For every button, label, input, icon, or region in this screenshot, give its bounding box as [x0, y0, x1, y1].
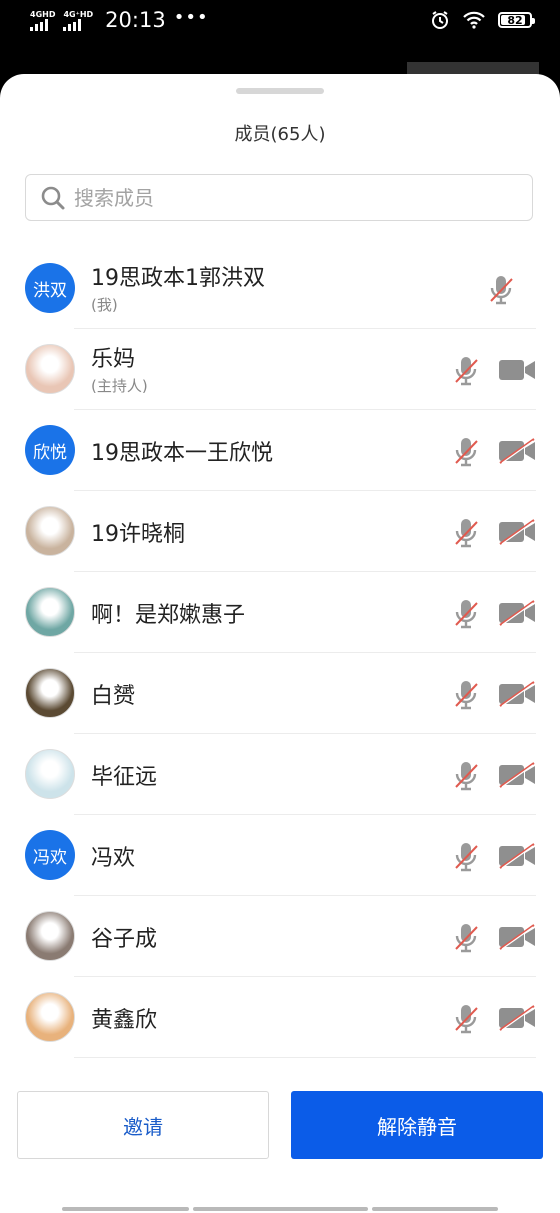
- member-row[interactable]: 乐妈 (主持人): [0, 329, 560, 410]
- member-name: 白赟: [91, 684, 136, 709]
- mic-muted-icon[interactable]: [453, 841, 479, 877]
- camera-off-icon[interactable]: [498, 438, 536, 468]
- member-name: 19许晓桐: [91, 522, 185, 547]
- gesture-bar: [62, 1207, 498, 1211]
- battery-level: 82: [507, 13, 523, 27]
- camera-icon[interactable]: [498, 357, 536, 387]
- member-row[interactable]: 毕征远: [0, 734, 560, 815]
- search-icon: [41, 186, 65, 209]
- search-box[interactable]: [25, 174, 533, 221]
- member-avatar: [25, 506, 75, 556]
- member-row[interactable]: 啊！是郑嫰惠子: [0, 572, 560, 653]
- signal-2: 4G⁺HD: [63, 10, 93, 31]
- member-name: 谷子成: [91, 927, 158, 952]
- alarm-icon: [432, 11, 448, 29]
- status-bar: 4GHD 4G⁺HD 20:13 ••• 82: [0, 0, 560, 44]
- signal-2-label: 4G⁺HD: [63, 9, 94, 19]
- member-row[interactable]: 冯欢 冯欢: [0, 815, 560, 896]
- camera-off-icon[interactable]: [498, 1005, 536, 1035]
- members-sheet: 成员(65人) 洪双 19思政本1郭洪双 (我) 乐妈 (主持人) 欣悦 19思政本一王欣悦…: [0, 74, 560, 1213]
- mic-muted-icon[interactable]: [453, 760, 479, 796]
- member-name: 啊！是郑嫰惠子: [91, 603, 246, 628]
- member-avatar: [25, 992, 75, 1042]
- mic-muted-icon[interactable]: [453, 355, 479, 391]
- member-avatar: 欣悦: [25, 425, 75, 475]
- camera-off-icon[interactable]: [498, 681, 536, 711]
- member-name: 冯欢: [91, 846, 136, 871]
- wifi-icon: [463, 11, 485, 29]
- member-row[interactable]: 欣悦 19思政本一王欣悦: [0, 410, 560, 491]
- mic-muted-icon[interactable]: [453, 517, 479, 553]
- member-row[interactable]: 19许晓桐: [0, 491, 560, 572]
- member-avatar: [25, 749, 75, 799]
- invite-button[interactable]: 邀请: [17, 1091, 269, 1159]
- member-avatar: [25, 344, 75, 394]
- signal-bars-icon: [30, 18, 48, 31]
- search-input[interactable]: [72, 184, 516, 211]
- mic-muted-icon[interactable]: [453, 1003, 479, 1039]
- camera-off-icon[interactable]: [498, 843, 536, 873]
- mic-muted-icon[interactable]: [453, 598, 479, 634]
- member-name: 黄鑫欣: [91, 1008, 158, 1033]
- member-avatar: [25, 668, 75, 718]
- member-list: 洪双 19思政本1郭洪双 (我) 乐妈 (主持人) 欣悦 19思政本一王欣悦 19许晓桐啊！是…: [0, 248, 560, 1058]
- unmute-button[interactable]: 解除静音: [291, 1091, 543, 1159]
- mic-muted-icon[interactable]: [488, 274, 514, 310]
- member-name: 19思政本1郭洪双: [91, 266, 265, 291]
- signal-1-label: 4GHD: [30, 9, 56, 19]
- signal-1: 4GHD: [30, 10, 55, 31]
- member-avatar: [25, 587, 75, 637]
- member-name: 19思政本一王欣悦: [91, 441, 273, 466]
- drag-handle[interactable]: [236, 88, 324, 94]
- camera-off-icon[interactable]: [498, 762, 536, 792]
- member-name: 毕征远: [91, 765, 158, 790]
- member-row[interactable]: 谷子成: [0, 896, 560, 977]
- mic-muted-icon[interactable]: [453, 436, 479, 472]
- battery-icon: 82: [498, 12, 535, 28]
- camera-off-icon[interactable]: [498, 519, 536, 549]
- member-name: 乐妈: [91, 347, 136, 372]
- member-row[interactable]: 白赟: [0, 653, 560, 734]
- row-divider: [74, 1057, 536, 1058]
- member-role: (我): [91, 296, 118, 314]
- sheet-title: 成员(65人): [234, 124, 326, 145]
- mic-muted-icon[interactable]: [453, 679, 479, 715]
- member-avatar: [25, 911, 75, 961]
- clock: 20:13: [105, 8, 166, 32]
- member-row[interactable]: 洪双 19思政本1郭洪双 (我): [0, 248, 560, 329]
- member-avatar: 冯欢: [25, 830, 75, 880]
- more-dots: •••: [173, 6, 209, 28]
- mic-muted-icon[interactable]: [453, 922, 479, 958]
- member-role: (主持人): [91, 377, 148, 395]
- member-row[interactable]: 黄鑫欣: [0, 977, 560, 1058]
- camera-off-icon[interactable]: [498, 600, 536, 630]
- signal-bars-icon: [63, 18, 82, 31]
- camera-off-icon[interactable]: [498, 924, 536, 954]
- member-avatar: 洪双: [25, 263, 75, 313]
